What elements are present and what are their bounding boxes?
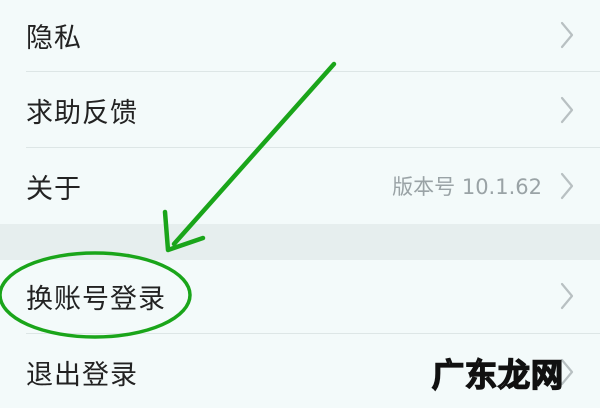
- settings-screen: 隐私 求助反馈 关于 版本号 10.1.62 换账号登录 退出登录 广东龙网: [0, 0, 600, 400]
- chevron-right-icon: [560, 21, 574, 49]
- menu-item-about[interactable]: 关于 版本号 10.1.62: [0, 150, 600, 222]
- chevron-right-icon: [560, 96, 574, 124]
- divider: [26, 147, 600, 148]
- watermark-logo: 广东龙网: [431, 355, 564, 395]
- divider: [26, 71, 600, 72]
- menu-item-switch-account[interactable]: 换账号登录: [0, 260, 600, 332]
- menu-item-label: 关于: [26, 173, 82, 205]
- version-number: 版本号 10.1.62: [392, 175, 542, 199]
- section-gap: [0, 224, 600, 260]
- menu-item-label: 退出登录: [26, 359, 138, 391]
- menu-item-label: 隐私: [26, 22, 82, 54]
- chevron-right-icon: [560, 282, 574, 310]
- menu-item-privacy[interactable]: 隐私: [0, 0, 600, 70]
- divider: [26, 333, 600, 334]
- chevron-right-icon: [560, 172, 574, 200]
- menu-item-help-feedback[interactable]: 求助反馈: [0, 74, 600, 146]
- menu-item-label: 求助反馈: [26, 97, 138, 129]
- menu-item-label: 换账号登录: [26, 283, 166, 315]
